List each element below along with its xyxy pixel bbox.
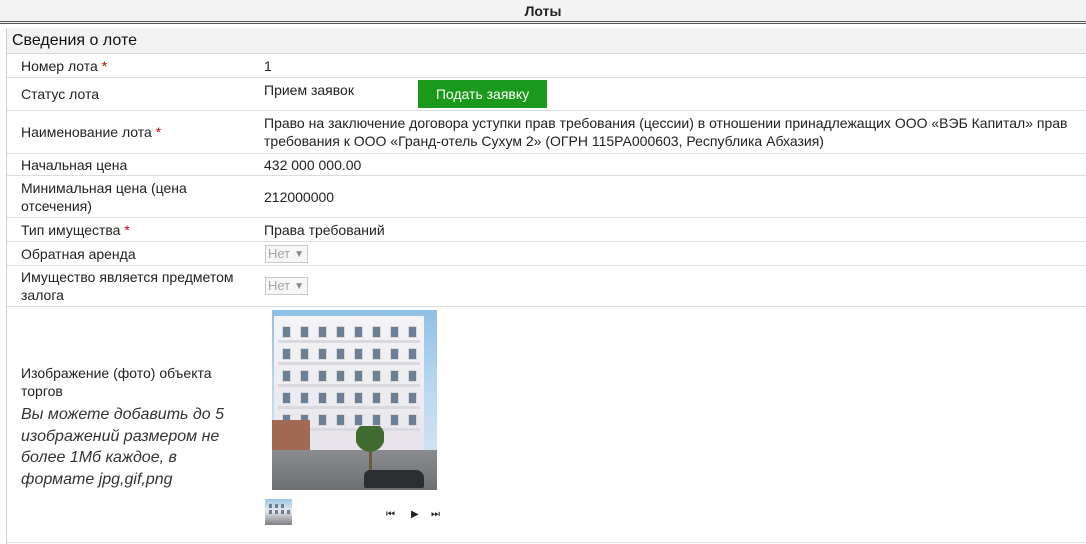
window: [408, 348, 417, 360]
window: [354, 414, 363, 426]
row-min-price: Минимальная цена (цена отсечения) 212000…: [7, 176, 1086, 218]
row-start-price: Начальная цена 432 000 000.00: [7, 154, 1086, 176]
lot-details-panel: Сведения о лоте Номер лота * 1 Статус ло…: [6, 28, 1086, 544]
window: [300, 348, 309, 360]
section-title: Сведения о лоте: [7, 28, 1086, 54]
property-type-value: Права требований: [264, 222, 385, 238]
row-lot-status: Статус лота Прием заявок Подать заявку: [7, 78, 1086, 111]
window: [318, 414, 327, 426]
window: [390, 348, 399, 360]
row-pledge: Имущество является предметом залога Нет …: [7, 266, 1086, 307]
lot-name-label: Наименование лота *: [21, 124, 162, 140]
required-mark: *: [101, 58, 108, 74]
lot-number-label: Номер лота *: [21, 58, 108, 74]
image-label: Изображение (фото) объекта торгов Вы мож…: [21, 364, 251, 490]
pledge-select[interactable]: Нет ▼: [265, 277, 308, 295]
window: [336, 370, 345, 382]
page-title: Лоты: [524, 3, 562, 19]
window: [300, 370, 309, 382]
required-mark: *: [124, 222, 130, 238]
page-header: Лоты: [0, 0, 1086, 24]
window: [282, 392, 291, 404]
window: [408, 326, 417, 338]
window: [372, 370, 381, 382]
window: [372, 414, 381, 426]
lot-status-value: Прием заявок: [264, 82, 354, 98]
lot-status-label: Статус лота: [21, 86, 99, 102]
window: [372, 392, 381, 404]
balcony: [278, 384, 420, 387]
window: [390, 414, 399, 426]
window: [336, 326, 345, 338]
car: [364, 470, 424, 488]
row-lot-number: Номер лота * 1: [7, 54, 1086, 78]
photo-thumbnail[interactable]: [265, 499, 292, 525]
window: [336, 392, 345, 404]
window: [318, 348, 327, 360]
window: [336, 414, 345, 426]
chevron-down-icon: ▼: [294, 249, 304, 260]
window: [282, 326, 291, 338]
lot-number-value: 1: [264, 58, 272, 74]
window: [408, 370, 417, 382]
window: [372, 348, 381, 360]
window: [408, 392, 417, 404]
row-property-type: Тип имущества * Права требований: [7, 218, 1086, 242]
window: [354, 348, 363, 360]
row-image: Изображение (фото) объекта торгов Вы мож…: [7, 307, 1086, 543]
thumb-window: [287, 510, 290, 514]
balcony: [278, 362, 420, 365]
lot-photo[interactable]: [272, 310, 437, 490]
lot-name-value: Право на заключение договора уступки пра…: [264, 115, 1068, 149]
thumb-window: [269, 504, 272, 508]
submit-application-button[interactable]: Подать заявку: [418, 80, 547, 108]
window: [408, 414, 417, 426]
window: [282, 348, 291, 360]
start-price-value: 432 000 000.00: [264, 157, 362, 173]
window: [354, 370, 363, 382]
balcony: [278, 406, 420, 409]
thumb-window: [275, 504, 278, 508]
thumb-window: [275, 510, 278, 514]
window: [390, 370, 399, 382]
balcony: [278, 340, 420, 343]
window: [390, 326, 399, 338]
window: [318, 392, 327, 404]
pledge-label: Имущество является предметом залога: [21, 269, 234, 303]
window: [282, 370, 291, 382]
last-page-icon[interactable]: ⏭: [431, 510, 440, 520]
image-upload-hint: Вы можете добавить до 5 изображений разм…: [21, 406, 224, 488]
required-mark: *: [155, 124, 162, 140]
start-price-label: Начальная цена: [21, 157, 128, 173]
play-icon[interactable]: ▶: [411, 510, 419, 520]
thumb-window: [269, 510, 272, 514]
first-page-icon[interactable]: ⏮: [386, 510, 395, 520]
row-leaseback: Обратная аренда Нет ▼: [7, 242, 1086, 266]
min-price-value: 212000000: [264, 189, 335, 205]
thumb-window: [281, 510, 284, 514]
window: [300, 392, 309, 404]
window: [318, 370, 327, 382]
min-price-label: Минимальная цена (цена отсечения): [21, 180, 187, 214]
thumb-window: [281, 504, 284, 508]
palm-tree: [356, 426, 384, 470]
leaseback-select[interactable]: Нет ▼: [265, 245, 308, 263]
chevron-down-icon: ▼: [294, 281, 304, 292]
row-lot-name: Наименование лота * Право на заключение …: [7, 111, 1086, 154]
window: [390, 392, 399, 404]
window: [318, 326, 327, 338]
window: [354, 392, 363, 404]
property-type-label: Тип имущества *: [21, 222, 130, 238]
window: [336, 348, 345, 360]
window: [354, 326, 363, 338]
leaseback-label: Обратная аренда: [21, 246, 136, 262]
window: [300, 326, 309, 338]
window: [372, 326, 381, 338]
